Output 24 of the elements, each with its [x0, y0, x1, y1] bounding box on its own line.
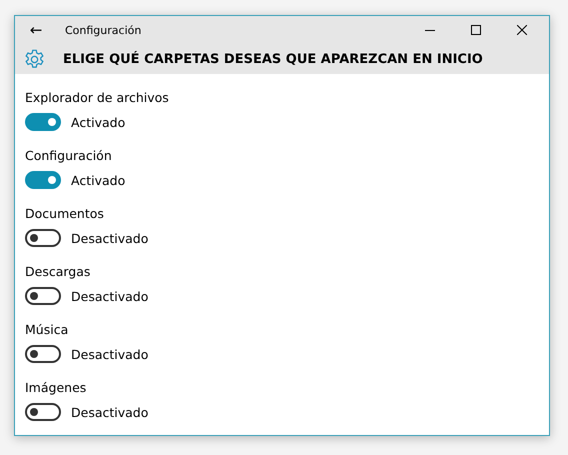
setting-label: Explorador de archivos [25, 90, 169, 105]
toggle-switch[interactable] [25, 113, 61, 131]
toggle-switch[interactable] [25, 287, 61, 305]
toggle-switch[interactable] [25, 403, 61, 421]
setting-label: Descargas [25, 264, 90, 279]
toggle-state-text: Desactivado [71, 404, 148, 420]
toggle-switch[interactable] [25, 345, 61, 363]
toggle-state-text: Activado [71, 172, 126, 188]
settings-icon [24, 48, 45, 70]
setting-label: Configuración [25, 148, 112, 163]
toggle-state-text: Desactivado [71, 346, 148, 362]
window-title: Configuración [65, 24, 142, 36]
toggle-switch[interactable] [25, 229, 61, 247]
setting-label: Imágenes [25, 380, 86, 395]
maximize-icon[interactable] [471, 25, 481, 35]
toggle-state-text: Desactivado [71, 288, 148, 304]
setting-label: Música [25, 322, 68, 337]
back-button[interactable]: ← [17, 21, 55, 39]
toggle-state-text: Activado [71, 114, 126, 130]
toggle-switch[interactable] [25, 171, 61, 189]
close-icon[interactable] [517, 25, 527, 35]
page-heading: ELIGE QUÉ CARPETAS DESEAS QUE APAREZCAN EN INICIO [63, 52, 483, 66]
toggle-state-text: Desactivado [71, 230, 148, 246]
setting-label: Documentos [25, 206, 104, 221]
